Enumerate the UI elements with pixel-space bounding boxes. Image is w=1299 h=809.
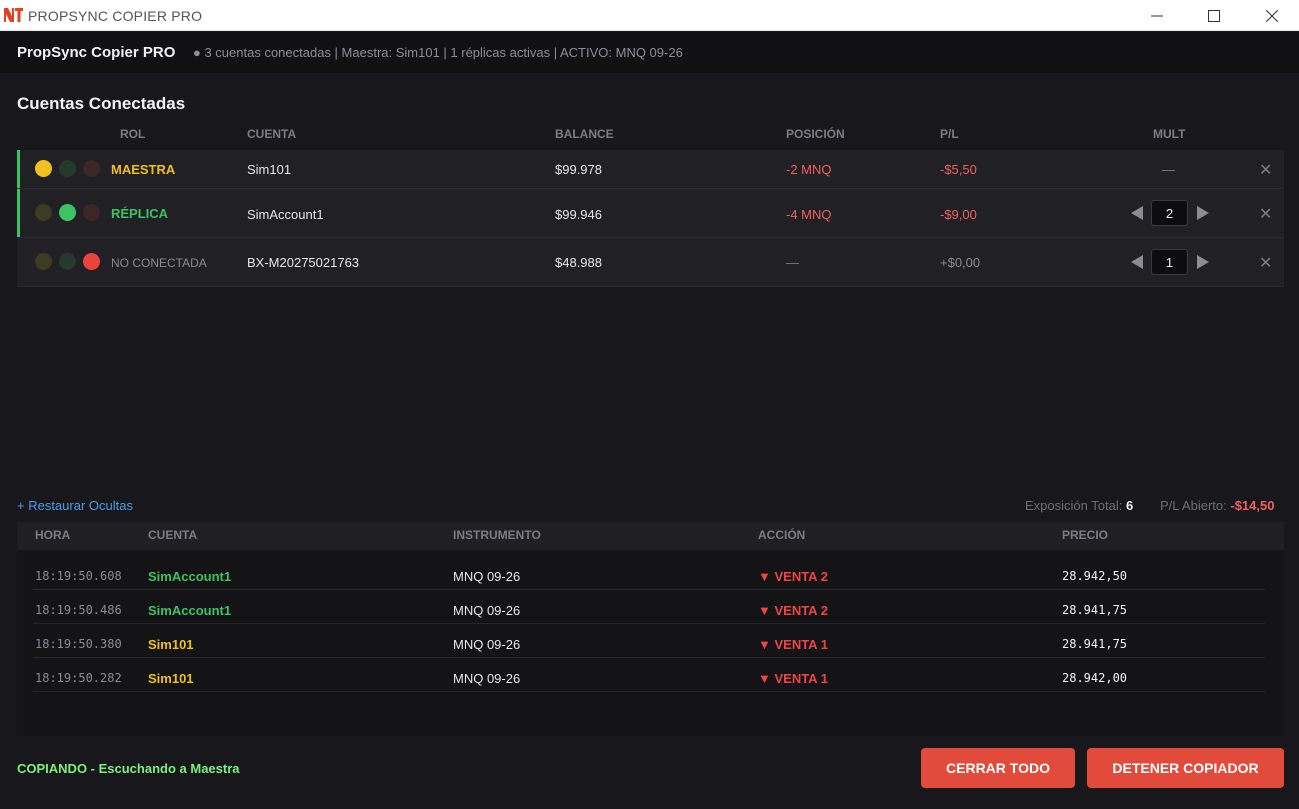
account-position: — [786, 255, 799, 270]
log-instrument: MNQ 09-26 [453, 671, 521, 686]
account-pl: -$9,00 [940, 207, 977, 222]
total-exposure-value: 6 [1125, 498, 1134, 513]
window-close-button[interactable] [1249, 0, 1295, 31]
log-table-header: HORA CUENTA INSTRUMENTO ACCIÓN PRECIO [17, 522, 1284, 550]
close-all-button[interactable]: CERRAR TODO [921, 748, 1075, 788]
minimize-button[interactable] [1134, 0, 1180, 31]
log-table-body[interactable]: 18:19:50.608 SimAccount1 MNQ 09-26 ▼ VEN… [17, 550, 1284, 736]
status-light-green-icon[interactable] [59, 204, 76, 221]
status-light-yellow-icon[interactable] [35, 253, 52, 270]
account-mult: — [1162, 162, 1175, 177]
mult-increase-arrow-icon[interactable] [1197, 255, 1209, 269]
log-time: 18:19:50.486 [35, 603, 122, 617]
account-balance: $99.978 [555, 162, 602, 177]
log-action: ▼ VENTA 2 [758, 603, 828, 618]
account-pl: +$0,00 [940, 255, 981, 270]
log-action: ▼ VENTA 2 [758, 569, 828, 584]
column-header-account: CUENTA [247, 127, 297, 141]
status-light-green-icon[interactable] [59, 160, 76, 177]
mult-decrease-arrow-icon[interactable] [1131, 206, 1143, 220]
account-row-replica[interactable]: RÉPLICA SimAccount1 $99.946 -4 MNQ -$9,0… [17, 189, 1284, 238]
row-accent-bar [17, 150, 20, 188]
total-exposure: Exposición Total: 6 [1025, 498, 1133, 513]
log-column-price: PRECIO [1062, 528, 1109, 542]
account-position: -4 MNQ [786, 207, 832, 222]
hide-row-close-icon[interactable]: ✕ [1259, 160, 1272, 180]
minimize-icon [1151, 15, 1163, 16]
log-account: Sim101 [148, 671, 194, 686]
account-balance: $48.988 [555, 255, 602, 270]
role-label: RÉPLICA [111, 206, 169, 221]
log-action: ▼ VENTA 1 [758, 671, 828, 686]
log-account: SimAccount1 [148, 569, 232, 584]
mult-increase-arrow-icon[interactable] [1197, 206, 1209, 220]
status-light-yellow-icon[interactable] [35, 204, 52, 221]
close-icon [1266, 9, 1278, 22]
app-name: PropSync Copier PRO [17, 44, 176, 61]
copier-status: COPIANDO - Escuchando a Maestra [17, 761, 240, 776]
account-row-disconnected[interactable]: NO CONECTADA BX-M20275021763 $48.988 — +… [17, 238, 1284, 287]
log-instrument: MNQ 09-26 [453, 603, 521, 618]
maximize-button[interactable] [1191, 0, 1237, 31]
status-light-red-icon[interactable] [83, 160, 100, 177]
log-row[interactable]: 18:19:50.380 Sim101 MNQ 09-26 ▼ VENTA 1 … [33, 624, 1265, 658]
app-logo-icon [4, 8, 23, 22]
log-price: 28.941,75 [1062, 603, 1128, 617]
column-header-balance: BALANCE [555, 127, 614, 141]
log-price: 28.941,75 [1062, 637, 1128, 651]
log-column-account: CUENTA [148, 528, 198, 542]
account-balance: $99.946 [555, 207, 602, 222]
log-row[interactable]: 18:19:50.282 Sim101 MNQ 09-26 ▼ VENTA 1 … [33, 658, 1265, 692]
account-row-master[interactable]: MAESTRA Sim101 $99.978 -2 MNQ -$5,50 — ✕ [17, 150, 1284, 189]
status-light-green-icon[interactable] [59, 253, 76, 270]
stop-copier-button[interactable]: DETENER COPIADOR [1087, 748, 1284, 788]
log-column-action: ACCIÓN [758, 528, 806, 542]
column-header-pl: P/L [940, 127, 959, 141]
account-name: Sim101 [247, 162, 292, 177]
log-time: 18:19:50.608 [35, 569, 122, 583]
log-price: 28.942,50 [1062, 569, 1128, 583]
open-pl-label: P/L Abierto: [1160, 498, 1227, 513]
hide-row-close-icon[interactable]: ✕ [1259, 204, 1272, 224]
account-position: -2 MNQ [786, 162, 832, 177]
mult-value-input[interactable]: 2 [1151, 200, 1188, 226]
open-pl-value: -$14,50 [1230, 498, 1275, 513]
mult-decrease-arrow-icon[interactable] [1131, 255, 1143, 269]
log-price: 28.942,00 [1062, 671, 1128, 685]
accounts-section-title: Cuentas Conectadas [17, 94, 186, 113]
app-header: PropSync Copier PRO ● 3 cuentas conectad… [0, 32, 1299, 73]
log-account: Sim101 [148, 637, 194, 652]
column-header-mult: MULT [1153, 127, 1186, 141]
status-light-red-icon[interactable] [83, 253, 100, 270]
log-column-instrument: INSTRUMENTO [453, 528, 541, 542]
log-row[interactable]: 18:19:50.486 SimAccount1 MNQ 09-26 ▼ VEN… [33, 590, 1265, 624]
log-instrument: MNQ 09-26 [453, 637, 521, 652]
column-header-position: POSICIÓN [786, 127, 845, 141]
account-pl: -$5,50 [940, 162, 977, 177]
status-light-red-icon[interactable] [83, 204, 100, 221]
role-label: NO CONECTADA [111, 256, 207, 270]
hide-row-close-icon[interactable]: ✕ [1259, 253, 1272, 273]
role-label: MAESTRA [111, 162, 176, 177]
total-exposure-label: Exposición Total: [1025, 498, 1123, 513]
maximize-icon [1208, 9, 1220, 22]
mult-value-input[interactable]: 1 [1151, 249, 1188, 275]
open-pl: P/L Abierto: -$14,50 [1160, 498, 1274, 513]
status-light-yellow-icon[interactable] [35, 160, 52, 177]
log-time: 18:19:50.380 [35, 637, 122, 651]
account-name: BX-M20275021763 [247, 255, 360, 270]
restore-hidden-link[interactable]: + Restaurar Ocultas [17, 498, 133, 513]
row-accent-bar [17, 189, 20, 237]
log-time: 18:19:50.282 [35, 671, 122, 685]
column-header-role: ROL [120, 127, 146, 141]
log-instrument: MNQ 09-26 [453, 569, 521, 584]
account-name: SimAccount1 [247, 207, 324, 222]
connection-status: ● 3 cuentas conectadas | Maestra: Sim101… [193, 45, 683, 60]
window-title: PROPSYNC COPIER PRO [28, 8, 203, 24]
log-row[interactable]: 18:19:50.608 SimAccount1 MNQ 09-26 ▼ VEN… [33, 556, 1265, 590]
log-account: SimAccount1 [148, 603, 232, 618]
window-titlebar: PROPSYNC COPIER PRO [0, 0, 1299, 31]
log-column-time: HORA [35, 528, 71, 542]
log-action: ▼ VENTA 1 [758, 637, 828, 652]
